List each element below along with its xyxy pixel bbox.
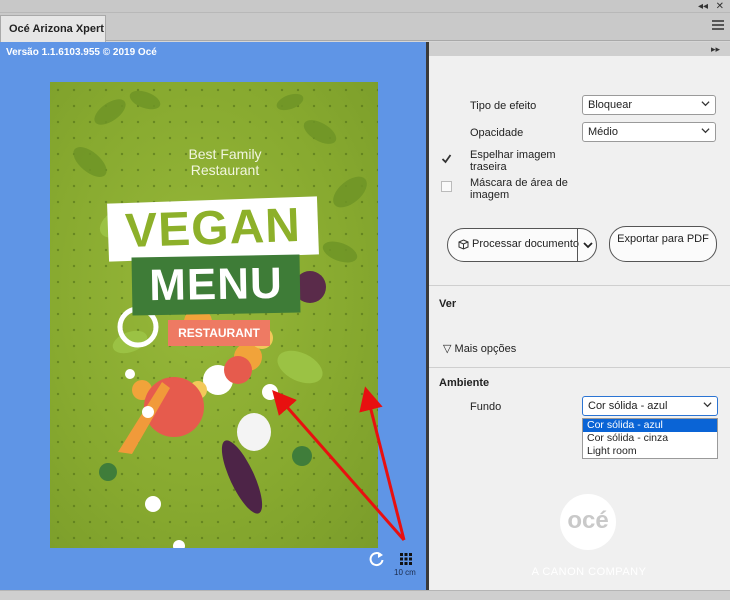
poster-title-menu: MENU [131,254,301,316]
mirror-checkbox[interactable] [441,153,452,164]
poster-subtitle: Best Family Restaurant [188,146,262,178]
chevron-down-icon [701,101,710,107]
background-value: Cor sólida - azul [588,400,668,412]
settings-panel: ▸▸ Tipo de efeito Bloquear Opacidade Méd… [429,42,730,590]
environment-section-header: Ambiente [439,377,490,389]
background-dropdown-list: Cor sólida - azul Cor sólida - cinza Lig… [582,418,718,459]
preview-tools: 10 cm [368,550,418,586]
mask-label: Máscara de área de imagem [470,177,568,201]
background-option-light-room[interactable]: Light room [583,445,717,458]
close-icon[interactable]: ✕ [716,0,724,13]
poster-title-vegan-text: VEGAN [124,198,302,259]
window-bottom-strip [0,590,730,600]
panel-header: ▸▸ [429,42,730,56]
more-options-label: Mais opções [454,343,517,355]
effect-type-value: Bloquear [588,99,633,111]
oce-logo: océ [560,494,616,550]
effect-type-select[interactable]: Bloquear [582,95,716,115]
mirror-label: Espelhar imagem traseira [470,149,556,173]
tab-oce-arizona-xpert[interactable]: Océ Arizona Xpert [0,15,106,42]
export-pdf-button[interactable]: Exportar para PDF [609,226,717,262]
cube-icon [458,239,469,250]
more-options-toggle[interactable]: ▽ Mais opções [443,342,516,355]
window-top-strip: ◂◂ ✕ [0,0,730,13]
mask-checkbox[interactable] [441,181,452,192]
separator [429,367,730,368]
expand-panel-icon[interactable]: ▸▸ [711,42,720,56]
view-section-header: Ver [439,298,457,310]
triangle-down-icon: ▽ [443,343,452,355]
preview-area: Versão 1.1.6103.955 © 2019 Océ Best Fami… [0,42,426,590]
poster-tagline: RESTAURANT [168,320,270,346]
tab-bar: Océ Arizona Xpert [0,13,730,42]
grid-icon[interactable] [397,550,415,568]
effect-type-label: Tipo de efeito [470,100,537,112]
opacity-select[interactable]: Médio [582,122,716,142]
rotate-icon[interactable] [368,550,386,568]
opacity-value: Médio [588,126,618,138]
process-document-button[interactable]: Processar documento [447,228,597,262]
chevron-down-icon[interactable] [583,240,593,250]
process-document-label: Processar documento [472,238,579,250]
chevron-down-icon [701,128,710,134]
separator [429,285,730,286]
panel-menu-icon[interactable] [712,20,724,30]
background-select[interactable]: Cor sólida - azul [582,396,718,416]
oce-logo-text: océ [567,507,609,534]
background-option-gray[interactable]: Cor sólida - cinza [583,432,717,445]
version-text: Versão 1.1.6103.955 © 2019 Océ [6,47,157,58]
export-pdf-label: Exportar para PDF [617,233,709,245]
canon-company-text: A CANON COMPANY [531,566,647,578]
scale-label: 10 cm [394,568,416,577]
poster-title-vegan: VEGAN [107,196,319,262]
chevron-down-icon [703,402,712,408]
background-label: Fundo [470,401,502,413]
collapse-panels-icon[interactable]: ◂◂ [698,0,708,13]
background-option-blue[interactable]: Cor sólida - azul [583,419,717,432]
poster-tagline-text: RESTAURANT [178,326,260,340]
poster-title-menu-text: MENU [148,258,284,311]
print-preview-image: Best Family Restaurant VEGAN MENU RESTAU… [50,82,378,548]
opacity-label: Opacidade [470,127,524,139]
